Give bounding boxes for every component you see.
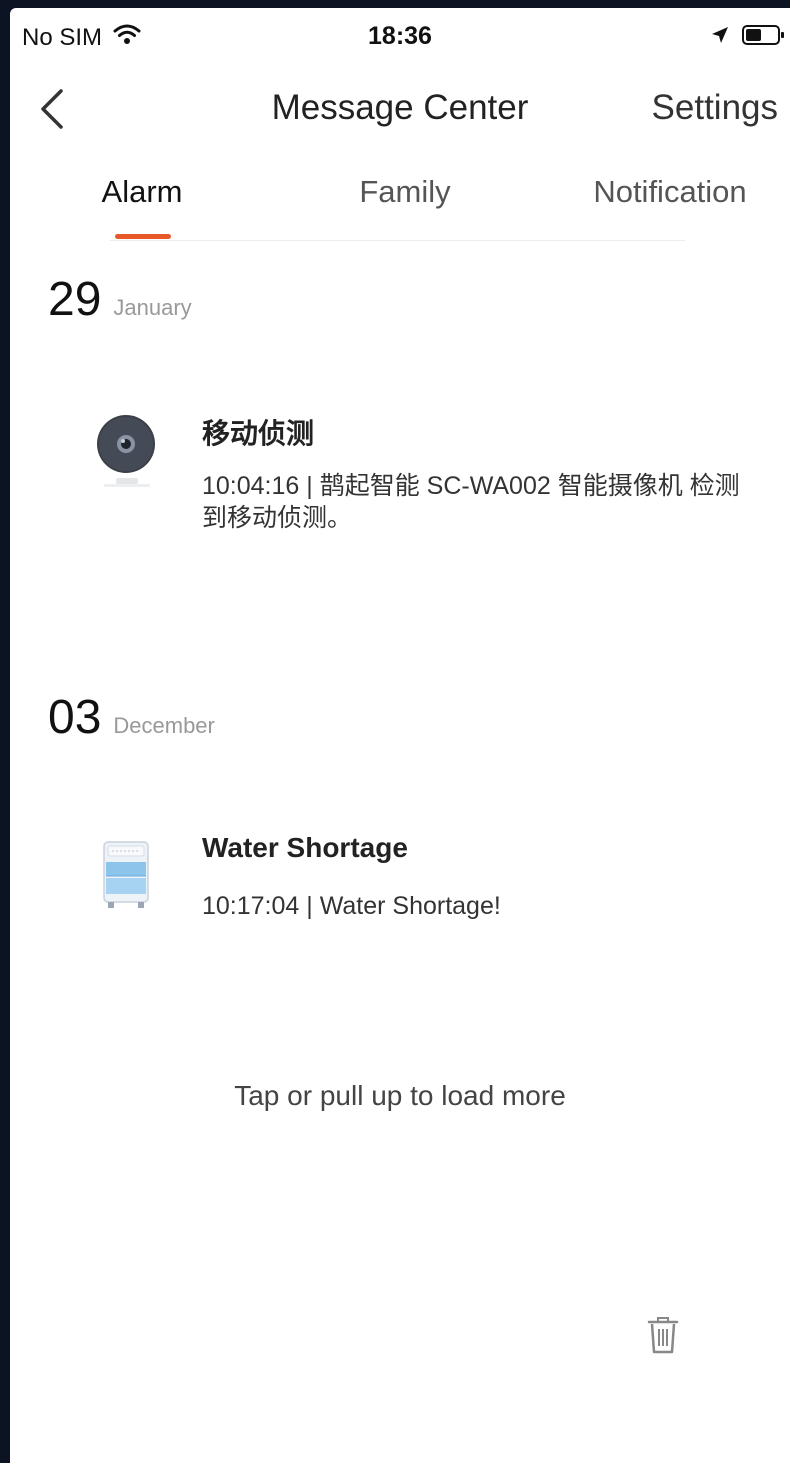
tab-bar: Alarm Family Notification — [10, 154, 790, 246]
tab-divider — [110, 240, 685, 241]
message-center-screen: No SIM 18:36 Message Center Settings Ala… — [10, 8, 790, 1463]
load-more-button[interactable]: Tap or pull up to load more — [10, 1080, 790, 1112]
date-day: 29 — [48, 273, 102, 326]
message-body: 10:04:16 | 鹊起智能 SC-WA002 智能摄像机 检测到移动侦测。 — [202, 472, 740, 532]
nav-bar: Message Center Settings — [10, 64, 790, 154]
location-icon — [710, 25, 730, 50]
date-day: 03 — [48, 691, 102, 744]
tab-notification[interactable]: Notification — [580, 174, 760, 210]
camera-icon — [90, 412, 162, 492]
list-item[interactable]: 移动侦测 10:04:16 | 鹊起智能 SC-WA002 智能摄像机 检测到移… — [90, 412, 750, 562]
date-header: 03 December — [48, 690, 215, 745]
date-header: 29 January — [48, 272, 192, 327]
message-body: 10:17:04 | Water Shortage! — [202, 892, 501, 920]
tab-family[interactable]: Family — [340, 174, 470, 210]
battery-icon — [742, 24, 786, 51]
date-month: January — [113, 295, 192, 320]
tab-alarm[interactable]: Alarm — [80, 174, 204, 210]
active-tab-indicator — [115, 234, 171, 239]
message-title: 移动侦测 — [202, 418, 315, 449]
status-right-group — [710, 24, 786, 51]
trash-icon — [647, 1317, 679, 1354]
status-time: 18:36 — [368, 22, 432, 50]
date-month: December — [113, 713, 215, 738]
delete-button[interactable] — [642, 1312, 684, 1358]
settings-button[interactable]: Settings — [652, 88, 778, 128]
status-bar: No SIM 18:36 — [10, 8, 790, 64]
water-dispenser-icon — [90, 832, 162, 912]
message-title: Water Shortage — [202, 832, 408, 863]
list-item[interactable]: Water Shortage 10:17:04 | Water Shortage… — [90, 832, 750, 932]
